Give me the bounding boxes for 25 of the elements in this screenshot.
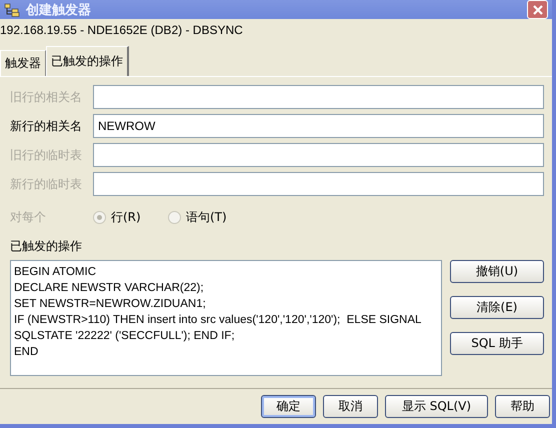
tab[interactable]: 已触发的操作: [46, 46, 129, 76]
dialog-button[interactable]: 帮助: [495, 395, 550, 418]
input-field[interactable]: NEWROW: [93, 114, 544, 138]
field-label: 对每个: [10, 208, 47, 226]
field-label: 新行的临时表: [10, 176, 83, 192]
dialog-button[interactable]: 显示 SQL(V): [385, 395, 488, 418]
side-button[interactable]: 清除(E): [450, 296, 544, 319]
close-button[interactable]: [527, 0, 548, 19]
side-button[interactable]: SQL 助手: [450, 332, 544, 355]
section-label: 已触发的操作: [10, 238, 83, 254]
sql-text-area[interactable]: BEGIN ATOMIC DECLARE NEWSTR VARCHAR(22); SET NEWSTR=NEWROW.ZIDUAN1; IF (NEWSTR>110) THEN insert into src values('120','120','120'); ELSE SIGNAL SQLSTATE '22222' ('SECCFULL'); END IF; END: [10, 260, 442, 376]
side-button[interactable]: 撤销(U): [450, 260, 544, 283]
input-field[interactable]: [93, 143, 544, 167]
tree-icon: [4, 2, 20, 16]
field-label: 旧行的相关名: [10, 88, 83, 106]
field-label: 旧行的临时表: [10, 146, 83, 164]
input-field[interactable]: [93, 172, 544, 196]
tab[interactable]: 触发器: [0, 50, 46, 76]
close-icon: [532, 4, 544, 16]
field-label: 新行的相关名: [10, 118, 83, 134]
window-title: 创建触发器: [26, 2, 92, 18]
dialog-button[interactable]: 取消: [323, 395, 378, 418]
input-field[interactable]: [93, 85, 544, 109]
dialog-button[interactable]: 确定: [261, 395, 316, 418]
connection-label: 192.168.19.55 - NDE1652E (DB2) - DBSYNC: [0, 22, 244, 39]
